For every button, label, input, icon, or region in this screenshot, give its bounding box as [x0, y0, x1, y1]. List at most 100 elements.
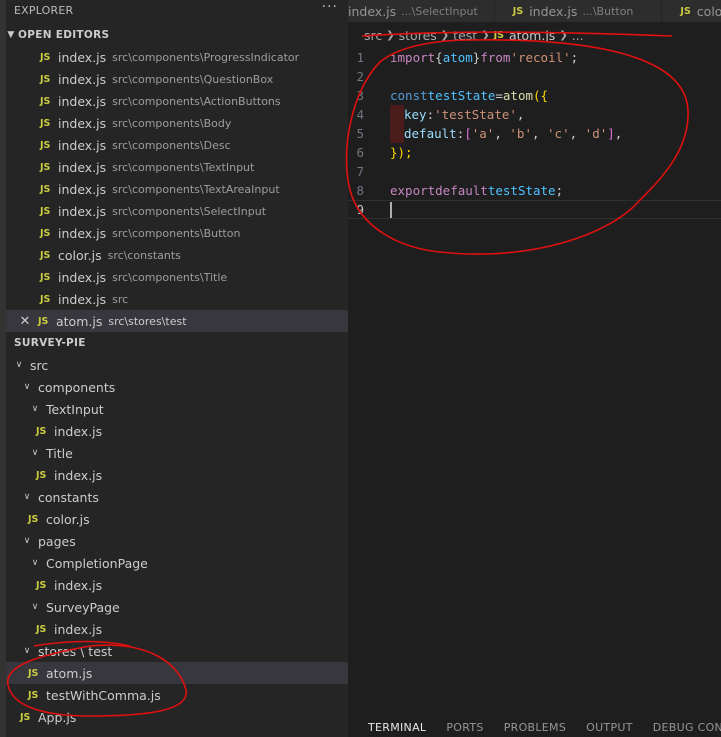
tree-file[interactable]: JS index.js: [6, 574, 348, 596]
line-number: 3: [356, 88, 364, 103]
tree-folder-survey[interactable]: ∨ SurveyPage: [6, 596, 348, 618]
code-token: atom: [442, 50, 473, 65]
open-editor-item[interactable]: JS index.js src\components\ActionButtons: [6, 90, 348, 112]
code-token: ,: [614, 126, 623, 141]
chevron-down-icon: ∨: [15, 360, 23, 370]
indent-marker: [390, 105, 404, 124]
project-header[interactable]: SURVEY-PIE: [6, 332, 348, 354]
js-file-icon: JS: [20, 711, 31, 723]
tree-folder-textinput[interactable]: ∨ TextInput: [6, 398, 348, 420]
code-editor[interactable]: 1 import { atom } from 'recoil'; 2 3 const…: [348, 48, 721, 219]
js-file-icon: JS: [40, 271, 51, 283]
tab-debug-console[interactable]: DEBUG CONSOLE: [653, 721, 721, 734]
folder-name: src: [30, 357, 49, 373]
open-editor-item[interactable]: JS index.js src\components\Body: [6, 112, 348, 134]
open-editor-item[interactable]: JS index.js src\components\ProgressIndicat…: [6, 46, 348, 68]
tab-label: index.js: [529, 3, 578, 19]
code-token: ;: [555, 183, 564, 198]
breadcrumb-item[interactable]: test: [453, 28, 477, 43]
chevron-down-icon: ∨: [31, 602, 39, 612]
js-file-icon: JS: [28, 689, 39, 701]
tab-terminal[interactable]: TERMINAL: [368, 721, 426, 734]
file-name: color.js: [46, 511, 90, 527]
tree-file[interactable]: JS index.js: [6, 464, 348, 486]
js-file-icon: JS: [40, 205, 51, 217]
more-actions-icon[interactable]: ···: [322, 0, 338, 15]
breadcrumb-item[interactable]: src: [364, 28, 382, 43]
code-line: 7: [348, 162, 721, 181]
js-file-icon: JS: [36, 469, 47, 481]
tree-file[interactable]: JS index.js: [6, 420, 348, 442]
code-token: testState: [427, 88, 496, 103]
tree-folder-components[interactable]: ∨ components: [6, 376, 348, 398]
tree-file[interactable]: JS index.js: [6, 618, 348, 640]
file-path: src\components\QuestionBox: [112, 72, 274, 86]
js-file-icon: JS: [38, 315, 49, 327]
code-token: });: [390, 145, 413, 160]
file-name: index.js: [58, 137, 107, 153]
file-path: src\components\Title: [112, 270, 228, 284]
editor-tab[interactable]: index.js ...\SelectInput: [348, 0, 495, 22]
open-editor-item[interactable]: JS index.js src\components\Button: [6, 222, 348, 244]
line-number: 9: [356, 202, 364, 217]
file-path: src\components\ActionButtons: [112, 94, 281, 108]
code-token: 'testState': [434, 107, 517, 122]
open-editor-item[interactable]: JS color.js src\constants: [6, 244, 348, 266]
folder-name: TextInput: [46, 401, 104, 417]
file-name: testWithComma.js: [46, 687, 161, 703]
line-number: 5: [356, 126, 364, 141]
file-name: index.js: [58, 71, 107, 87]
js-file-icon: JS: [40, 293, 51, 305]
chevron-right-icon: ❯: [559, 29, 568, 41]
js-file-icon: JS: [36, 579, 47, 591]
open-editor-item[interactable]: JS index.js src: [6, 288, 348, 310]
editor-tab[interactable]: JS color.js: [662, 0, 721, 22]
close-icon[interactable]: ✕: [18, 314, 32, 329]
tree-folder-title[interactable]: ∨ Title: [6, 442, 348, 464]
code-token: from: [480, 50, 511, 65]
tab-ports[interactable]: PORTS: [446, 721, 483, 734]
tree-file[interactable]: JS color.js: [6, 508, 348, 530]
file-name: index.js: [58, 93, 107, 109]
chevron-down-icon: ∨: [31, 558, 39, 568]
tree-folder-constants[interactable]: ∨ constants: [6, 486, 348, 508]
open-editor-item[interactable]: JS index.js src\components\QuestionBox: [6, 68, 348, 90]
text-cursor: [390, 201, 392, 218]
open-editor-item[interactable]: JS index.js src\components\SelectInput: [6, 200, 348, 222]
file-path: src\components\ProgressIndicator: [112, 50, 300, 64]
tree-folder-src[interactable]: ∨ src: [6, 354, 348, 376]
tab-output[interactable]: OUTPUT: [586, 721, 633, 734]
tree-file[interactable]: JS App.js: [6, 706, 348, 728]
open-editor-item[interactable]: JS index.js src\components\TextAreaInput: [6, 178, 348, 200]
code-line: 1 import { atom } from 'recoil';: [348, 48, 721, 67]
breadcrumb-item[interactable]: stores: [399, 28, 437, 43]
editor-tab[interactable]: JS index.js ...\Button: [494, 0, 663, 22]
code-token: }: [472, 50, 481, 65]
tree-folder-stores[interactable]: ∨ stores \ test: [6, 640, 348, 662]
code-token: 'c': [547, 126, 570, 141]
code-token: [: [464, 126, 472, 141]
code-token: key: [404, 107, 427, 122]
tree-file[interactable]: JS testWithComma.js: [6, 684, 348, 706]
breadcrumb-file[interactable]: atom.js: [509, 28, 555, 43]
js-file-icon: JS: [28, 667, 39, 679]
open-editor-item[interactable]: JS index.js src\components\Title: [6, 266, 348, 288]
explorer-sidebar: EXPLORER ··· ▼ OPEN EDITORS JS index.js sr…: [6, 0, 348, 737]
code-token: {: [435, 50, 443, 65]
code-line: 4 key: 'testState',: [348, 105, 721, 124]
folder-name: CompletionPage: [46, 555, 148, 571]
code-token: =: [495, 88, 503, 103]
breadcrumb-tail[interactable]: ...: [572, 28, 584, 43]
tree-folder-completion[interactable]: ∨ CompletionPage: [6, 552, 348, 574]
open-editor-item-active[interactable]: ✕ JS atom.js src\stores\test: [6, 310, 348, 332]
file-path: src: [112, 292, 129, 306]
explorer-header: EXPLORER ···: [6, 0, 348, 20]
open-editors-header[interactable]: ▼ OPEN EDITORS: [6, 24, 348, 46]
open-editor-item[interactable]: JS index.js src\components\Desc: [6, 134, 348, 156]
panel-tabs: TERMINAL PORTS PROBLEMS OUTPUT DEBUG CON…: [348, 717, 721, 737]
js-file-icon: JS: [40, 161, 51, 173]
tree-folder-pages[interactable]: ∨ pages: [6, 530, 348, 552]
open-editor-item[interactable]: JS index.js src\components\TextInput: [6, 156, 348, 178]
tab-problems[interactable]: PROBLEMS: [504, 721, 566, 734]
tree-file-selected[interactable]: JS atom.js: [6, 662, 348, 684]
